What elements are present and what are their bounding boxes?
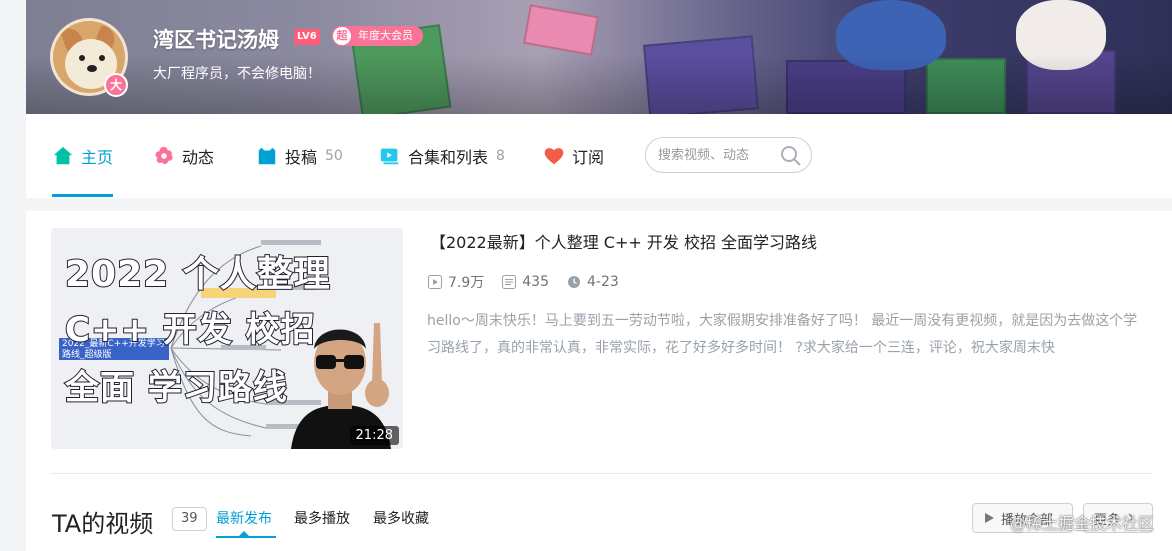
play-icon (985, 513, 994, 523)
profile-nav: 主页 动态 投稿 50 合集和列表 8 订阅 (26, 114, 1172, 198)
search-icon[interactable] (779, 144, 803, 168)
vip-label: 年度大会员 (358, 29, 413, 42)
avatar-eye (79, 55, 85, 61)
view-count-value: 7.9万 (448, 275, 485, 291)
section-divider (51, 473, 1152, 474)
main-content: 2022_最新C++开发学习路线_超级版 2022 个人整理 C++ 开发 校招… (26, 211, 1172, 551)
home-icon (53, 146, 73, 165)
thumb-text-line1: 2022 个人整理 (64, 253, 331, 296)
thumb-text-line2: C++ 开发 校招 (64, 309, 316, 351)
tab-most-favorited[interactable]: 最多收藏 (373, 508, 429, 528)
publish-date-value: 4-23 (587, 274, 619, 290)
nav-home[interactable]: 主页 (52, 142, 113, 170)
nav-active-underline (52, 194, 113, 197)
banner-decoration (523, 4, 599, 56)
heart-icon (544, 148, 564, 165)
nav-collections[interactable]: 合集和列表 8 (379, 142, 505, 170)
nav-label: 动态 (182, 148, 215, 167)
nav-dynamic[interactable]: 动态 (153, 142, 214, 170)
nav-count: 50 (325, 148, 343, 164)
danmaku-count: 435 (502, 274, 549, 290)
avatar-eye (99, 55, 105, 61)
vip-icon: 超 (333, 27, 351, 45)
dynamic-icon (155, 146, 173, 165)
thumb-text-line3: 全面 学习路线 (64, 367, 288, 409)
tab-latest[interactable]: 最新发布 (216, 508, 272, 528)
danmaku-icon (502, 275, 517, 289)
nav-label: 合集和列表 (408, 148, 489, 167)
publish-date: 4-23 (567, 274, 619, 290)
vip-tag[interactable]: 超 年度大会员 (332, 26, 423, 46)
vip-avatar-badge: 大 (104, 73, 128, 97)
video-meta: 7.9万 435 4-23 (428, 272, 637, 292)
danmaku-count-value: 435 (522, 274, 549, 290)
nav-uploads[interactable]: 投稿 50 (256, 142, 343, 170)
nav-label: 主页 (81, 148, 114, 167)
nav-subscriptions[interactable]: 订阅 (543, 142, 604, 170)
tab-active-underline (216, 536, 276, 538)
featured-video-title[interactable]: 【2022最新】个人整理 C++ 开发 校招 全面学习路线 (430, 229, 817, 253)
featured-thumbnail[interactable]: 2022_最新C++开发学习路线_超级版 2022 个人整理 C++ 开发 校招… (51, 228, 403, 449)
search-input[interactable] (658, 146, 774, 164)
videos-section-title: TA的视频 (52, 510, 154, 538)
play-count-icon (428, 275, 442, 289)
upload-icon (258, 147, 276, 165)
level-badge: LV6 (294, 29, 320, 45)
collection-icon (380, 148, 399, 165)
profile-banner: 大 湾区书记汤姆 LV6 超 年度大会员 大厂程序员，不会修电脑！ (26, 0, 1172, 114)
nav-count: 8 (496, 148, 505, 164)
videos-count-badge: 39 (172, 507, 207, 531)
tab-most-played[interactable]: 最多播放 (294, 508, 350, 528)
nav-label: 投稿 (285, 148, 318, 167)
nav-label: 订阅 (572, 148, 605, 167)
clock-icon (568, 276, 580, 288)
username[interactable]: 湾区书记汤姆 (153, 24, 279, 54)
video-description: hello～周末快乐！马上要到五一劳动节啦，大家假期安排准备好了吗！ 最近一周没… (427, 313, 1138, 356)
search-box (645, 137, 812, 173)
avatar-nose (87, 65, 97, 72)
view-count: 7.9万 (428, 272, 484, 292)
signature: 大厂程序员，不会修电脑！ (153, 66, 321, 82)
video-duration: 21:28 (349, 426, 399, 445)
watermark: @稀土掘金技术社区 (1009, 514, 1154, 533)
